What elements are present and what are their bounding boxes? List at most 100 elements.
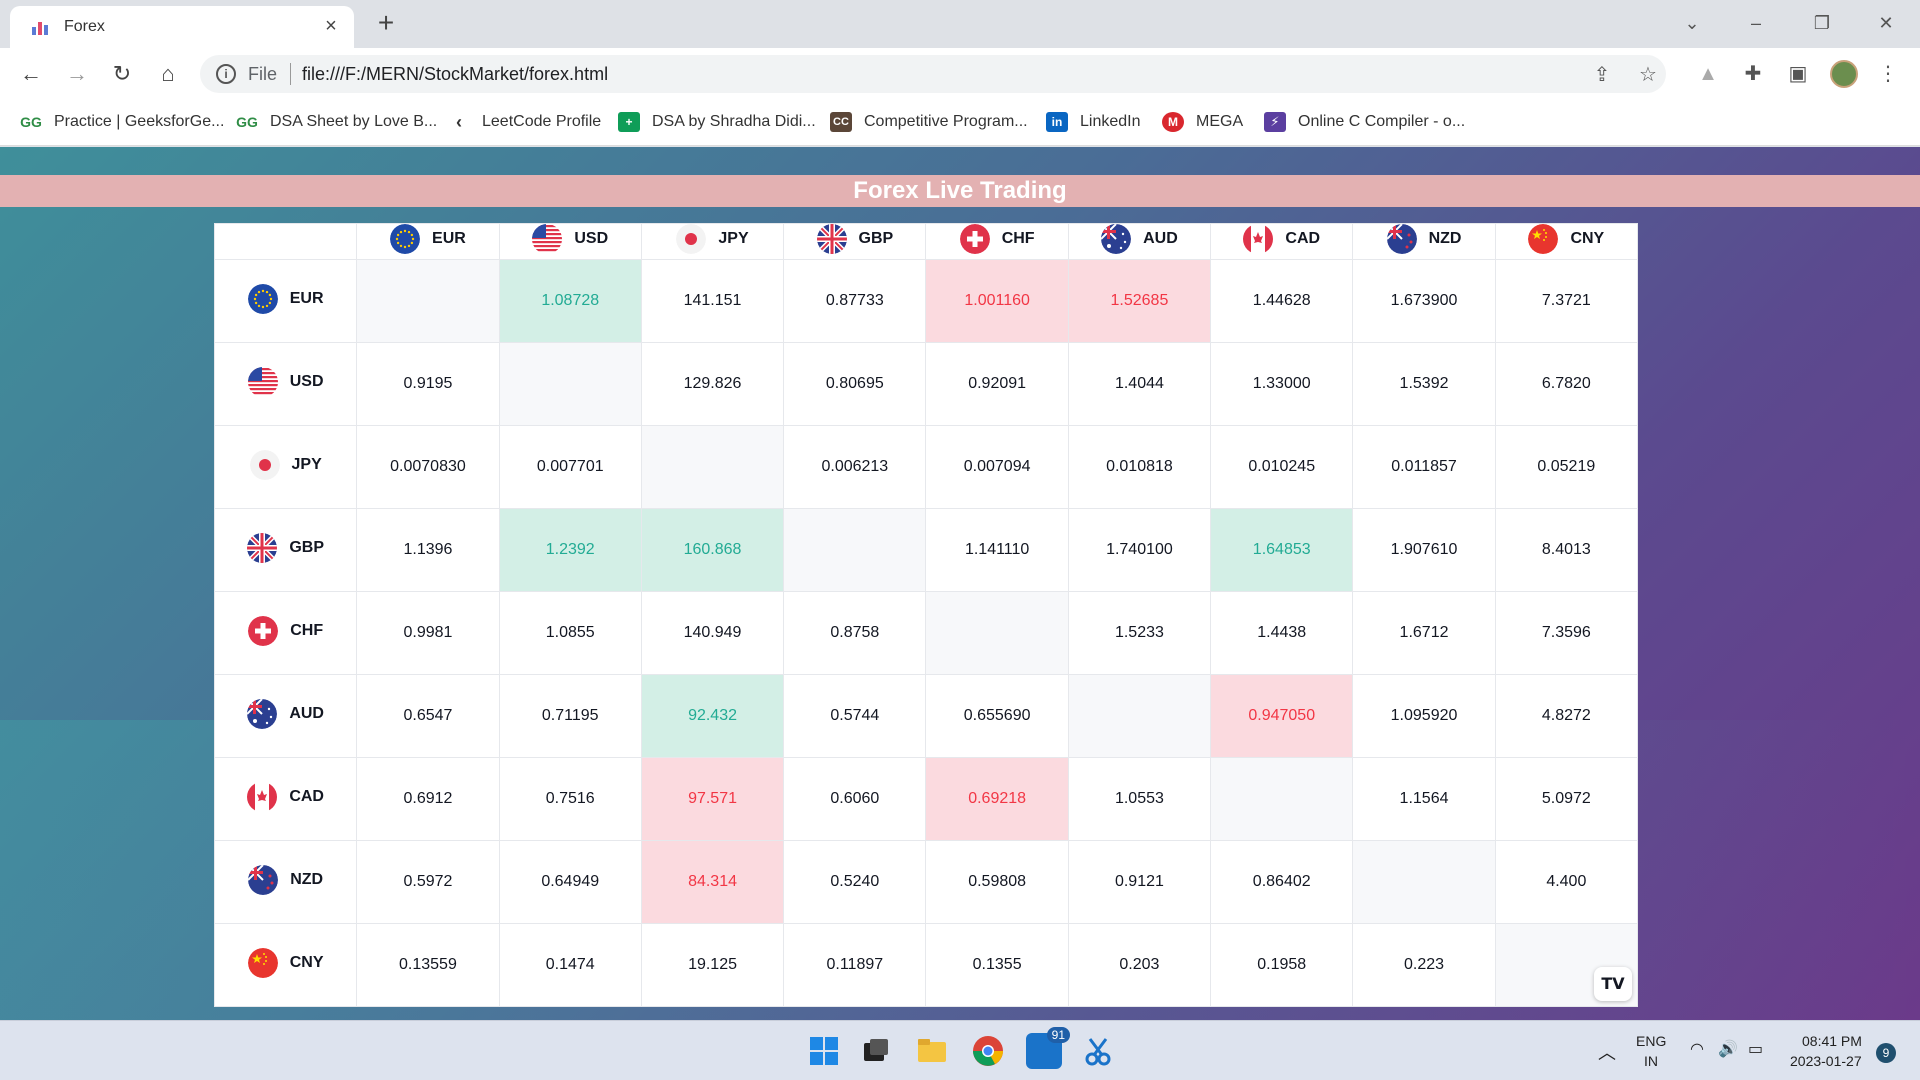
tradingview-logo[interactable]: TV <box>1594 967 1632 1001</box>
row-header-cad[interactable]: CAD <box>213 757 358 841</box>
rate-cell[interactable]: 0.9981 <box>356 591 500 675</box>
rate-cell[interactable]: 0.6912 <box>356 757 500 841</box>
rate-cell[interactable]: 1.2392 <box>498 508 642 592</box>
row-header-nzd[interactable]: NZD <box>213 840 358 924</box>
rate-cell[interactable]: 0.007094 <box>925 425 1069 509</box>
rate-cell[interactable]: 1.44628 <box>1210 259 1354 343</box>
rate-cell[interactable]: 0.86402 <box>1210 840 1354 924</box>
rate-cell[interactable]: 141.151 <box>640 259 785 343</box>
volume-icon[interactable]: 🔊 <box>1718 1039 1738 1059</box>
notification-badge[interactable]: 9 <box>1876 1043 1896 1063</box>
rate-cell[interactable] <box>925 591 1069 675</box>
forward-icon[interactable]: → <box>62 59 92 89</box>
rate-cell[interactable]: 4.8272 <box>1494 674 1639 758</box>
rate-cell[interactable]: 0.71195 <box>498 674 642 758</box>
rate-cell[interactable] <box>1210 757 1354 841</box>
rate-cell[interactable]: 92.432 <box>640 674 785 758</box>
rate-cell[interactable]: 0.5744 <box>783 674 927 758</box>
rate-cell[interactable]: 1.5233 <box>1067 591 1212 675</box>
rate-cell[interactable]: 0.64949 <box>498 840 642 924</box>
column-header-jpy[interactable]: JPY <box>640 223 785 260</box>
bookmark-item[interactable]: ⚡ Online C Compiler - o... <box>1264 110 1465 134</box>
rate-cell[interactable]: 7.3596 <box>1494 591 1639 675</box>
row-header-gbp[interactable]: GBP <box>213 508 358 592</box>
browser-tab[interactable]: Forex × <box>10 6 354 48</box>
row-header-usd[interactable]: USD <box>213 342 358 426</box>
rate-cell[interactable] <box>783 508 927 592</box>
row-header-cny[interactable]: CNY <box>213 923 358 1007</box>
rate-cell[interactable]: 0.69218 <box>925 757 1069 841</box>
rate-cell[interactable]: 1.4438 <box>1210 591 1354 675</box>
rate-cell[interactable]: 0.87733 <box>783 259 927 343</box>
info-icon[interactable]: i <box>216 64 236 84</box>
row-header-chf[interactable]: CHF <box>213 591 358 675</box>
close-window-icon[interactable]: ✕ <box>1870 8 1902 38</box>
snipping-tool-icon[interactable] <box>1080 1033 1116 1069</box>
windows-start-icon[interactable] <box>806 1033 842 1069</box>
rate-cell[interactable]: 19.125 <box>640 923 785 1007</box>
side-panel-icon[interactable]: ▣ <box>1784 60 1812 88</box>
rate-cell[interactable] <box>356 259 500 343</box>
rate-cell[interactable]: 8.4013 <box>1494 508 1639 592</box>
bookmark-star-icon[interactable]: ☆ <box>1636 63 1660 87</box>
column-header-cad[interactable]: CAD <box>1210 223 1354 260</box>
rate-cell[interactable]: 0.9195 <box>356 342 500 426</box>
battery-icon[interactable]: ▭ <box>1748 1039 1763 1059</box>
rate-cell[interactable]: 1.0855 <box>498 591 642 675</box>
bookmark-item[interactable]: + DSA by Shradha Didi... <box>618 110 816 134</box>
column-header-nzd[interactable]: NZD <box>1352 223 1496 260</box>
rate-cell[interactable]: 1.1396 <box>356 508 500 592</box>
rate-cell[interactable]: 4.400 <box>1494 840 1639 924</box>
bookmark-item[interactable]: GG Practice | GeeksforGe... <box>20 110 224 134</box>
rate-cell[interactable]: 0.1355 <box>925 923 1069 1007</box>
column-header-chf[interactable]: CHF <box>925 223 1069 260</box>
column-header-aud[interactable]: AUD <box>1067 223 1212 260</box>
extensions-puzzle-icon[interactable]: ✚ <box>1739 60 1767 88</box>
mail-app-icon[interactable]: 91 <box>1026 1027 1070 1069</box>
clock-date[interactable]: 2023-01-27 <box>1790 1053 1862 1069</box>
rate-cell[interactable]: 0.006213 <box>783 425 927 509</box>
row-header-jpy[interactable]: JPY <box>213 425 358 509</box>
rate-cell[interactable]: 1.095920 <box>1352 674 1496 758</box>
rate-cell[interactable]: 0.11897 <box>783 923 927 1007</box>
rate-cell[interactable]: 0.0070830 <box>356 425 500 509</box>
rate-cell[interactable]: 1.001160 <box>925 259 1069 343</box>
rate-cell[interactable]: 5.0972 <box>1494 757 1639 841</box>
rate-cell[interactable]: 0.5972 <box>356 840 500 924</box>
language-indicator[interactable]: ENG <box>1636 1033 1666 1049</box>
rate-cell[interactable]: 0.655690 <box>925 674 1069 758</box>
rate-cell[interactable]: 0.1958 <box>1210 923 1354 1007</box>
row-header-eur[interactable]: EUR <box>213 259 358 343</box>
task-view-icon[interactable] <box>858 1033 894 1069</box>
rate-cell[interactable]: 0.223 <box>1352 923 1496 1007</box>
rate-cell[interactable]: 0.007701 <box>498 425 642 509</box>
rate-cell[interactable]: 0.5240 <box>783 840 927 924</box>
bookmark-item[interactable]: in LinkedIn <box>1046 110 1141 134</box>
rate-cell[interactable]: 129.826 <box>640 342 785 426</box>
rate-cell[interactable]: 84.314 <box>640 840 785 924</box>
address-bar[interactable]: i File file:///F:/MERN/StockMarket/forex… <box>200 55 1666 93</box>
rate-cell[interactable] <box>640 425 785 509</box>
clock-time[interactable]: 08:41 PM <box>1802 1033 1862 1049</box>
language-region[interactable]: IN <box>1644 1053 1658 1069</box>
url-text[interactable]: file:///F:/MERN/StockMarket/forex.html <box>302 64 608 85</box>
rate-cell[interactable]: 1.6712 <box>1352 591 1496 675</box>
tray-overflow-icon[interactable]: ︿ <box>1598 1039 1616 1065</box>
rate-cell[interactable]: 1.673900 <box>1352 259 1496 343</box>
bookmark-item[interactable]: ‹ LeetCode Profile <box>448 110 601 134</box>
rate-cell[interactable]: 1.08728 <box>498 259 642 343</box>
home-icon[interactable]: ⌂ <box>153 59 183 89</box>
rate-cell[interactable]: 7.3721 <box>1494 259 1639 343</box>
reload-icon[interactable]: ↻ <box>107 59 137 89</box>
chrome-icon[interactable] <box>970 1033 1006 1069</box>
file-explorer-icon[interactable] <box>914 1033 950 1069</box>
wifi-icon[interactable]: ◠ <box>1690 1039 1704 1059</box>
rate-cell[interactable]: 1.33000 <box>1210 342 1354 426</box>
tab-search-icon[interactable]: ⌄ <box>1676 8 1708 38</box>
rate-cell[interactable]: 0.92091 <box>925 342 1069 426</box>
rate-cell[interactable]: 0.947050 <box>1210 674 1354 758</box>
rate-cell[interactable]: 0.010818 <box>1067 425 1212 509</box>
rate-cell[interactable] <box>1352 840 1496 924</box>
row-header-aud[interactable]: AUD <box>213 674 358 758</box>
restore-icon[interactable]: ❐ <box>1806 8 1838 38</box>
